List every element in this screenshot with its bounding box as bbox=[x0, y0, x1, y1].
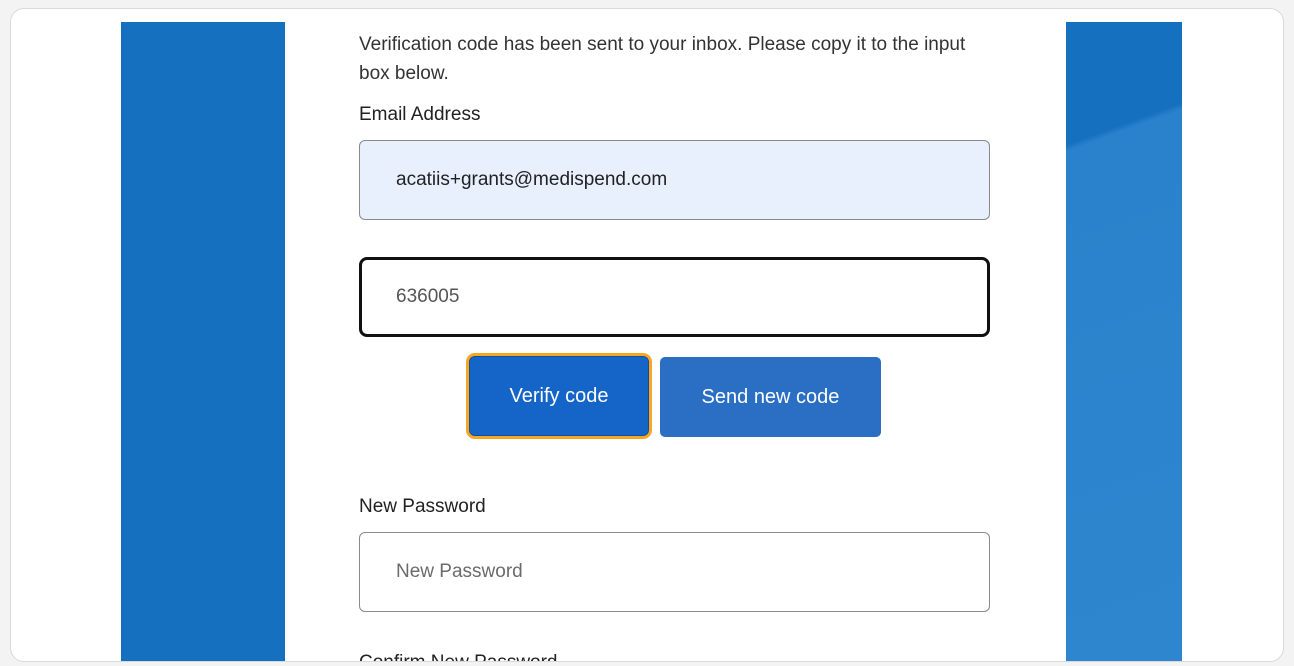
background-right-panel bbox=[1066, 22, 1182, 661]
new-password-label: New Password bbox=[359, 496, 486, 517]
confirm-password-label: Confirm New Password bbox=[359, 652, 558, 661]
verify-code-button[interactable]: Verify code bbox=[466, 353, 652, 439]
new-password-field[interactable] bbox=[359, 532, 990, 612]
verification-message: Verification code has been sent to your … bbox=[359, 34, 966, 84]
email-field[interactable] bbox=[359, 140, 990, 220]
browser-frame: Verification code has been sent to your … bbox=[10, 8, 1284, 662]
email-label: Email Address bbox=[359, 104, 481, 125]
background-left-panel bbox=[121, 22, 285, 661]
verification-code-input[interactable] bbox=[359, 257, 990, 337]
password-reset-form: Verification code has been sent to your … bbox=[285, 22, 1066, 661]
send-new-code-button[interactable]: Send new code bbox=[660, 357, 881, 437]
